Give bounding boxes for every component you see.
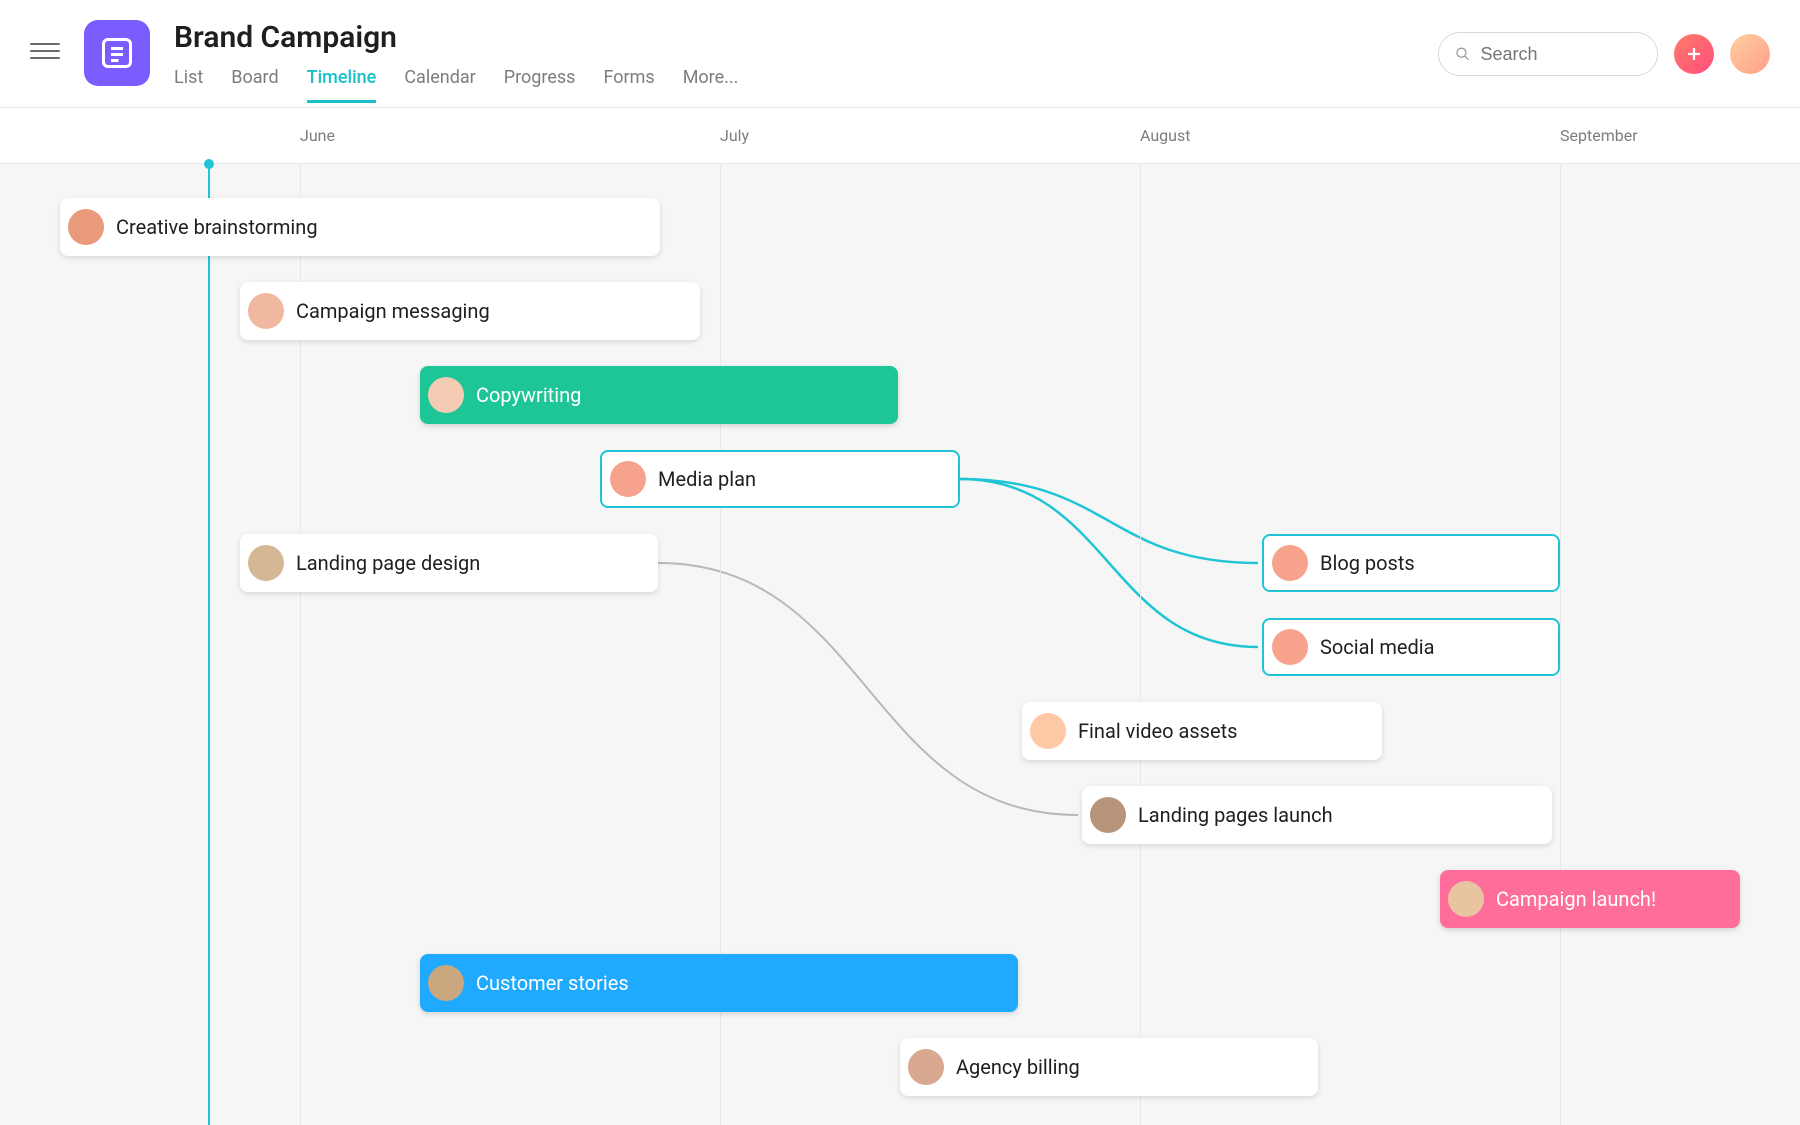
task-campaign-messaging[interactable]: Campaign messaging [240,282,700,340]
task-label: Media plan [658,467,756,491]
task-label: Social media [1320,635,1434,659]
tab-board[interactable]: Board [231,67,278,103]
task-final-video-assets[interactable]: Final video assets [1022,702,1382,760]
plus-icon [1685,45,1703,63]
assignee-avatar [248,545,284,581]
month-label: September [1560,126,1638,145]
month-label: July [720,126,749,145]
task-label: Campaign launch! [1496,887,1656,911]
project-icon[interactable] [84,20,150,86]
assignee-avatar [1272,629,1308,665]
task-social-media[interactable]: Social media [1262,618,1560,676]
tab-more[interactable]: More... [683,67,739,103]
task-label: Final video assets [1078,719,1237,743]
task-label: Landing page design [296,551,480,575]
task-agency-billing[interactable]: Agency billing [900,1038,1318,1096]
task-landing-pages-launch[interactable]: Landing pages launch [1082,786,1552,844]
search-input-wrapper[interactable] [1438,32,1658,76]
tab-timeline[interactable]: Timeline [307,67,377,103]
menu-icon[interactable] [30,36,60,66]
assignee-avatar [68,209,104,245]
task-media-plan[interactable]: Media plan [600,450,960,508]
gridline [1140,164,1141,1125]
task-label: Blog posts [1320,551,1415,575]
assignee-avatar [610,461,646,497]
assignee-avatar [248,293,284,329]
tab-calendar[interactable]: Calendar [404,67,475,103]
task-copywriting[interactable]: Copywriting [420,366,898,424]
tab-progress[interactable]: Progress [504,67,576,103]
timeline-canvas[interactable]: Creative brainstorming Campaign messaging… [0,164,1800,1125]
tab-list[interactable]: List [174,67,203,103]
task-label: Customer stories [476,971,629,995]
header: Brand Campaign List Board Timeline Calen… [0,0,1800,108]
view-tabs: List Board Timeline Calendar Progress Fo… [174,67,738,103]
dependency-line [960,479,1258,563]
task-landing-page-design[interactable]: Landing page design [240,534,658,592]
dependency-line [960,479,1258,647]
task-campaign-launch[interactable]: Campaign launch! [1440,870,1740,928]
month-label: August [1140,126,1190,145]
assignee-avatar [428,965,464,1001]
assignee-avatar [1272,545,1308,581]
task-creative-brainstorming[interactable]: Creative brainstorming [60,198,660,256]
search-input[interactable] [1481,44,1641,65]
task-blog-posts[interactable]: Blog posts [1262,534,1560,592]
assignee-avatar [1030,713,1066,749]
today-marker [208,164,210,1125]
assignee-avatar [908,1049,944,1085]
assignee-avatar [1090,797,1126,833]
assignee-avatar [1448,881,1484,917]
gridline [1560,164,1561,1125]
task-label: Creative brainstorming [116,215,318,239]
task-label: Agency billing [956,1055,1080,1079]
search-icon [1455,45,1471,63]
month-header: June July August September [0,108,1800,164]
avatar[interactable] [1730,34,1770,74]
task-label: Landing pages launch [1138,803,1333,827]
assignee-avatar [428,377,464,413]
task-label: Campaign messaging [296,299,490,323]
add-button[interactable] [1674,34,1714,74]
tab-forms[interactable]: Forms [603,67,654,103]
month-label: June [300,126,335,145]
page-title: Brand Campaign [174,20,738,55]
dependency-line [658,563,1078,815]
task-label: Copywriting [476,383,581,407]
task-customer-stories[interactable]: Customer stories [420,954,1018,1012]
